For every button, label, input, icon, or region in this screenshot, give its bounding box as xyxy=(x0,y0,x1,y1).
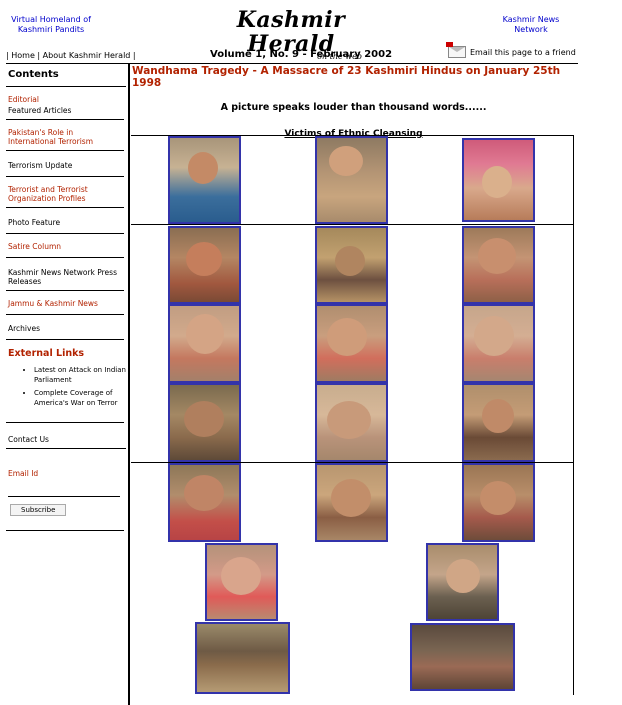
kashmir-news-network-link[interactable]: Kashmir News Network xyxy=(495,15,567,35)
victim-photo xyxy=(315,463,388,542)
sidebar-item-pakistan-role[interactable]: Pakistan's Role in International Terrori… xyxy=(6,120,124,151)
victim-photo xyxy=(168,383,241,462)
contact-us-link[interactable]: Contact Us xyxy=(6,431,126,449)
nav-about-link[interactable]: About Kashmir Herald xyxy=(43,51,131,60)
victim-photo xyxy=(315,383,388,462)
sidebar-item-jk-news[interactable]: Jammu & Kashmir News xyxy=(6,291,124,315)
nav-home-link[interactable]: Home xyxy=(11,51,35,60)
envelope-icon xyxy=(446,42,466,58)
sidebar-item-archives[interactable]: Archives xyxy=(6,315,124,340)
victim-photo xyxy=(462,304,535,383)
main-content: Wandhama Tragedy - A Massacre of 23 Kash… xyxy=(132,65,575,139)
email-id-input[interactable] xyxy=(8,484,120,497)
email-friend-link[interactable]: Email this page to a friend xyxy=(446,42,576,58)
table-border-right xyxy=(573,135,574,695)
victim-photo xyxy=(205,543,278,621)
contents-heading: Contents xyxy=(6,65,126,87)
sidebar-divider xyxy=(128,64,130,705)
victim-photo xyxy=(315,136,388,224)
victim-photo xyxy=(168,226,241,304)
victim-photo xyxy=(462,226,535,304)
external-links-list: Latest on Attack on Indian Parliament Co… xyxy=(6,365,126,408)
external-links-heading: External Links xyxy=(8,348,85,359)
sidebar-item-featured-articles[interactable]: Featured Articles xyxy=(8,106,122,115)
sidebar-item-terrorist-profiles[interactable]: Terrorist and Terrorist Organization Pro… xyxy=(6,177,124,208)
sidebar: Contents Editorial Featured Articles Pak… xyxy=(6,65,126,531)
sidebar-bottom-divider xyxy=(6,530,124,531)
article-headline: Wandhama Tragedy - A Massacre of 23 Kash… xyxy=(132,65,561,89)
sidebar-item-editorial[interactable]: Editorial Featured Articles xyxy=(6,87,124,120)
victim-photo xyxy=(315,226,388,304)
email-friend-label[interactable]: Email this page to a friend xyxy=(470,48,576,57)
header-divider xyxy=(6,63,578,64)
sidebar-divider-line xyxy=(6,422,124,423)
sidebar-item-photo-feature[interactable]: Photo Feature xyxy=(6,208,124,234)
victim-photo xyxy=(462,463,535,542)
table-row-divider xyxy=(131,224,574,225)
massacre-scene-photo xyxy=(410,623,515,691)
sidebar-item-label[interactable]: Editorial xyxy=(8,95,122,104)
massacre-scene-photo xyxy=(195,622,290,694)
virtual-homeland-link[interactable]: Virtual Homeland of Kashmiri Pandits xyxy=(6,15,96,35)
external-link-parliament[interactable]: Latest on Attack on Indian Parliament xyxy=(34,365,126,385)
sidebar-item-satire-column[interactable]: Satire Column xyxy=(6,234,124,258)
victim-photo xyxy=(168,304,241,383)
issue-volume: Volume 1, No. 9 - February 2002 xyxy=(210,49,393,60)
email-id-label: Email Id xyxy=(8,469,39,478)
victim-photo xyxy=(168,136,241,224)
sidebar-item-terrorism-update[interactable]: Terrorism Update xyxy=(6,151,124,177)
external-link-war-on-terror[interactable]: Complete Coverage of America's War on Te… xyxy=(34,388,126,408)
article-tagline: A picture speaks louder than thousand wo… xyxy=(220,102,487,113)
subscribe-button[interactable]: Subscribe xyxy=(10,504,67,516)
victim-photo xyxy=(462,138,535,222)
victim-photo xyxy=(168,463,241,542)
sidebar-item-knn-press[interactable]: Kashmir News Network Press Releases xyxy=(6,258,124,291)
top-nav: | Home | About Kashmir Herald | xyxy=(6,51,136,60)
victim-photo xyxy=(462,383,535,462)
victim-photo xyxy=(426,543,499,621)
victim-photo xyxy=(315,304,388,383)
